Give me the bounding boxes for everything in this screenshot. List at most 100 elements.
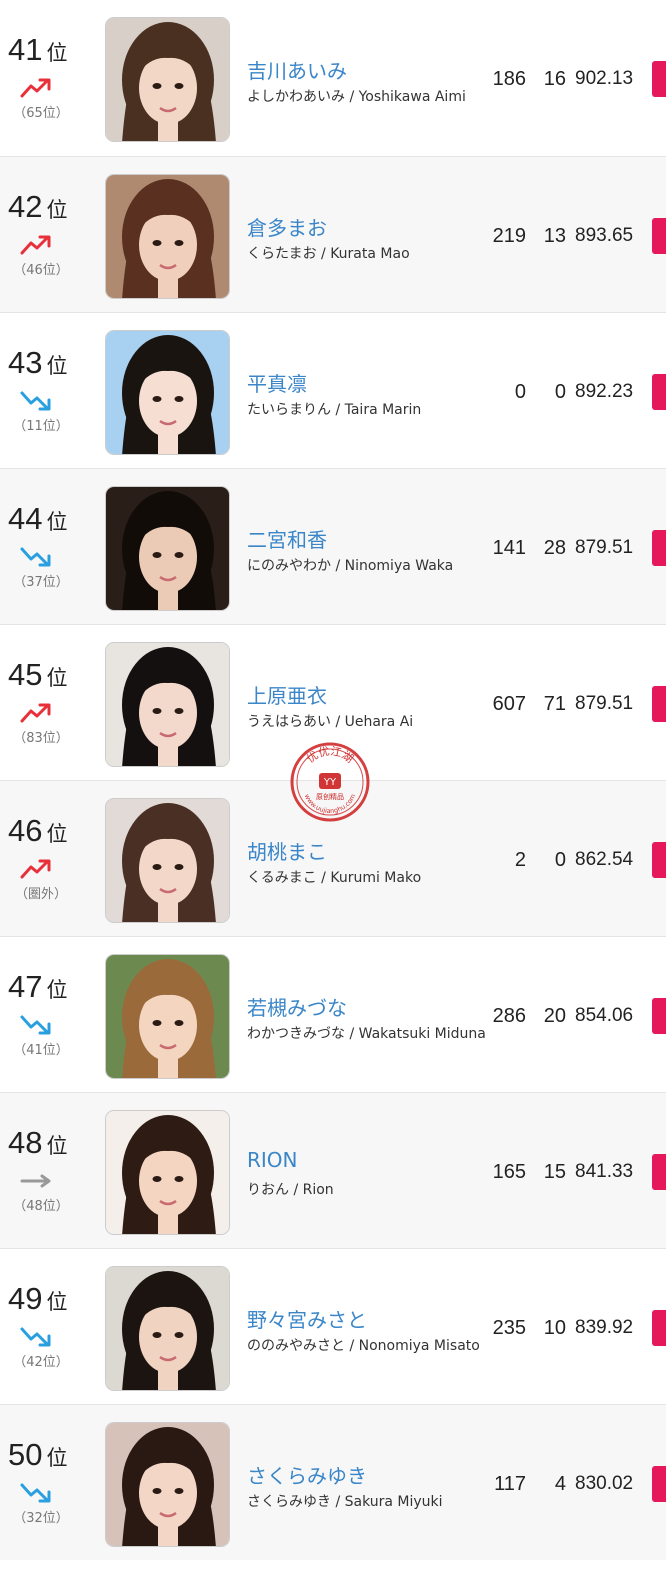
rank-number: 41 bbox=[8, 32, 43, 67]
previous-rank: （37位） bbox=[13, 575, 69, 590]
detail-tab-button[interactable] bbox=[652, 842, 666, 878]
detail-tab-button[interactable] bbox=[652, 530, 666, 566]
rank-unit: 位 bbox=[46, 354, 68, 378]
score-value: 862.54 bbox=[575, 849, 634, 870]
actress-name-link[interactable]: さくらみゆき bbox=[247, 1460, 367, 1489]
actress-name-link[interactable]: 若槻みづな bbox=[247, 992, 347, 1021]
svg-text:YY: YY bbox=[323, 777, 337, 788]
previous-rank: （41位） bbox=[13, 1043, 69, 1058]
down-trend-line bbox=[20, 391, 49, 410]
detail-tab-button[interactable] bbox=[652, 218, 666, 254]
avatar[interactable] bbox=[105, 1422, 230, 1547]
actress-name-link[interactable]: 胡桃まこ bbox=[247, 836, 327, 865]
previous-rank: （65位） bbox=[13, 106, 69, 121]
rank-number: 43 bbox=[8, 345, 43, 380]
stat-count-b: 15 bbox=[543, 1161, 566, 1183]
stat-count-a: 286 bbox=[492, 1005, 526, 1027]
detail-tab-button[interactable] bbox=[652, 1466, 666, 1502]
rank-number: 42 bbox=[8, 189, 43, 224]
ranking-row: 43 位 （11位） 平真凛 たいらまりん / Taira Marin 0 0 8… bbox=[0, 312, 666, 468]
actress-name-link[interactable]: RION bbox=[247, 1148, 298, 1172]
avatar[interactable] bbox=[105, 330, 230, 455]
ranking-row: 42 位 （46位） 倉多まお くらたまお / Kurata Mao 219 13… bbox=[0, 156, 666, 312]
avatar[interactable] bbox=[105, 17, 230, 142]
trend-down-icon bbox=[20, 547, 51, 567]
rank-unit: 位 bbox=[46, 510, 68, 534]
down-trend-line bbox=[20, 1015, 49, 1034]
score-value: 892.23 bbox=[575, 381, 634, 402]
score-value: 893.65 bbox=[575, 225, 634, 246]
actress-name-reading: たいらまりん / Taira Marin bbox=[247, 402, 422, 418]
detail-tab-button[interactable] bbox=[652, 686, 666, 722]
trend-up-icon bbox=[20, 235, 51, 255]
detail-tab-button[interactable] bbox=[652, 998, 666, 1034]
actress-name-reading: りおん / Rion bbox=[247, 1182, 334, 1198]
stat-count-b: 71 bbox=[543, 693, 566, 715]
actress-name-link[interactable]: 平真凛 bbox=[247, 368, 307, 397]
previous-rank: （42位） bbox=[13, 1355, 69, 1370]
stat-count-b: 16 bbox=[543, 68, 566, 90]
trend-down-icon bbox=[20, 1327, 51, 1347]
rank-label: 41 位 bbox=[8, 32, 88, 68]
score-value: 879.51 bbox=[575, 693, 634, 714]
avatar[interactable] bbox=[105, 642, 230, 767]
score-value: 879.51 bbox=[575, 537, 634, 558]
rank-number: 44 bbox=[8, 501, 43, 536]
down-trend-line bbox=[20, 547, 49, 566]
stat-count-a: 165 bbox=[492, 1161, 526, 1183]
actress-name-reading: うえはらあい / Uehara Ai bbox=[247, 714, 414, 730]
trend-up-icon bbox=[20, 703, 51, 723]
down-trend-line bbox=[20, 1327, 49, 1346]
rank-unit: 位 bbox=[46, 1134, 68, 1158]
avatar[interactable] bbox=[105, 954, 230, 1079]
stat-count-a: 0 bbox=[514, 381, 526, 403]
actress-name-reading: さくらみゆき / Sakura Miyuki bbox=[247, 1494, 443, 1510]
rank-label: 48 位 bbox=[8, 1125, 88, 1161]
rank-label: 47 位 bbox=[8, 969, 88, 1005]
detail-tab-button[interactable] bbox=[652, 374, 666, 410]
actress-name-link[interactable]: 二宮和香 bbox=[247, 524, 327, 553]
rank-number: 45 bbox=[8, 657, 43, 692]
previous-rank: （46位） bbox=[13, 263, 69, 278]
up-trend-line bbox=[20, 79, 49, 98]
stat-count-a: 141 bbox=[492, 537, 526, 559]
actress-name-reading: わかつきみづな / Wakatsuki Miduna bbox=[247, 1026, 486, 1042]
stat-count-a: 219 bbox=[492, 225, 526, 247]
avatar[interactable] bbox=[105, 486, 230, 611]
actress-name-link[interactable]: 吉川あいみ bbox=[247, 55, 347, 84]
seal-subtitle: 原创精品 bbox=[316, 792, 344, 801]
rank-unit: 位 bbox=[46, 1446, 68, 1470]
avatar[interactable] bbox=[105, 1110, 230, 1235]
watermark-seal: 优优江湖 www.uujianghu.com YY 原创精品 bbox=[290, 742, 370, 822]
actress-name-link[interactable]: 野々宮みさと bbox=[247, 1304, 367, 1333]
ranking-row: 41 位 （65位） 吉川あいみ よしかわあいみ / Yoshikawa Aimi… bbox=[0, 0, 666, 156]
score-value: 839.92 bbox=[575, 1317, 634, 1338]
stat-count-b: 10 bbox=[543, 1317, 566, 1339]
detail-tab-button[interactable] bbox=[652, 1154, 666, 1190]
actress-name-reading: ののみやみさと / Nonomiya Misato bbox=[247, 1338, 480, 1354]
trend-up-icon bbox=[20, 78, 51, 98]
actress-name-link[interactable]: 上原亜衣 bbox=[247, 680, 327, 709]
rank-number: 47 bbox=[8, 969, 43, 1004]
stat-count-a: 2 bbox=[514, 849, 526, 871]
detail-tab-button[interactable] bbox=[652, 1310, 666, 1346]
stat-count-a: 235 bbox=[492, 1317, 526, 1339]
trend-down-icon bbox=[20, 391, 51, 411]
stat-count-b: 4 bbox=[554, 1473, 566, 1495]
previous-rank: （11位） bbox=[13, 419, 69, 434]
detail-tab-button[interactable] bbox=[652, 61, 666, 97]
avatar[interactable] bbox=[105, 798, 230, 923]
down-trend-line bbox=[20, 1483, 49, 1502]
trend-up-icon bbox=[20, 859, 51, 879]
avatar[interactable] bbox=[105, 1266, 230, 1391]
actress-name-reading: にのみやわか / Ninomiya Waka bbox=[247, 558, 454, 574]
ranking-row: 44 位 （37位） 二宮和香 にのみやわか / Ninomiya Waka 14… bbox=[0, 468, 666, 624]
trend-same-icon bbox=[20, 1174, 51, 1188]
stat-count-b: 28 bbox=[543, 537, 566, 559]
score-value: 902.13 bbox=[575, 68, 634, 89]
avatar[interactable] bbox=[105, 174, 230, 299]
rank-unit: 位 bbox=[46, 41, 68, 65]
actress-name-link[interactable]: 倉多まお bbox=[247, 212, 327, 241]
ranking-row: 47 位 （41位） 若槻みづな わかつきみづな / Wakatsuki Midu… bbox=[0, 936, 666, 1092]
previous-rank: （圏外） bbox=[14, 887, 67, 902]
